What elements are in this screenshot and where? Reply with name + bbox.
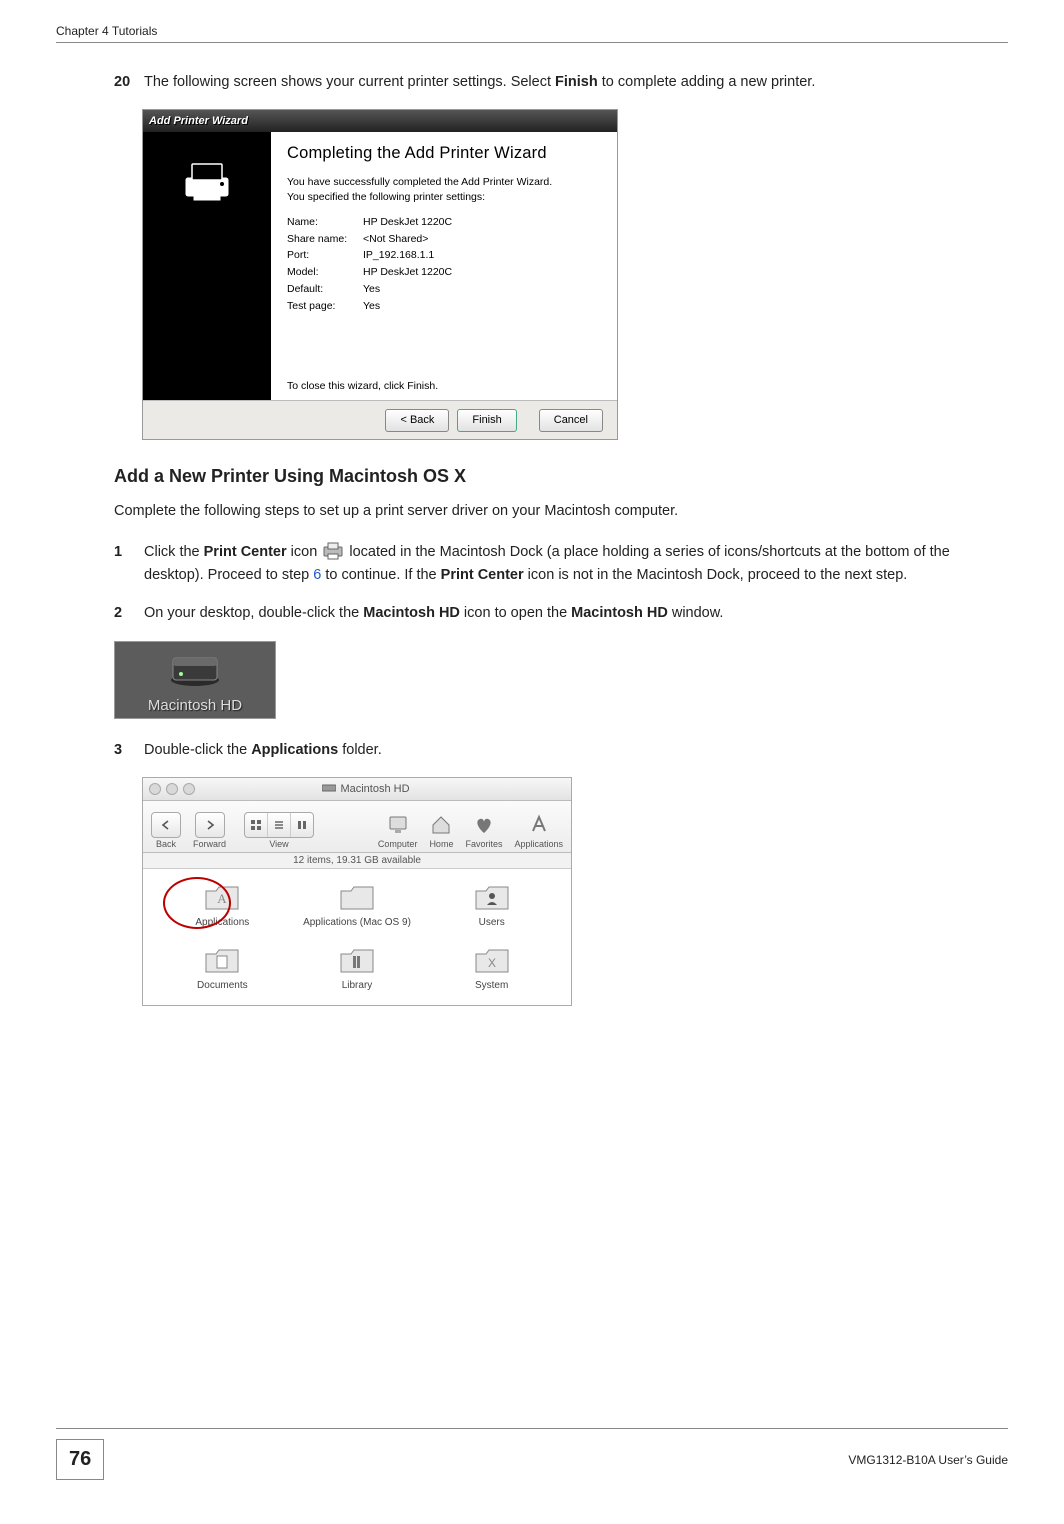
finder-titlebar: Macintosh HD: [143, 778, 571, 801]
folder-icon: X: [424, 942, 559, 980]
hard-drive-icon: [167, 675, 223, 692]
finish-button[interactable]: Finish: [457, 409, 516, 432]
wizard-title: Add Printer Wizard: [149, 115, 248, 127]
folder-library[interactable]: Library: [290, 942, 425, 991]
step-number: 3: [114, 739, 144, 761]
folder-icon: [424, 879, 559, 917]
wizard-button-bar: < Back Finish Cancel: [143, 400, 617, 439]
wizard-titlebar: Add Printer Wizard: [143, 110, 617, 132]
folder-icon: [290, 942, 425, 980]
wizard-side-image: [143, 132, 271, 400]
section-title: Add a New Printer Using Macintosh OS X: [114, 466, 1000, 487]
step-number: 1: [114, 541, 144, 586]
favorites-button[interactable]: Favorites: [465, 811, 502, 849]
svg-text:A: A: [218, 891, 228, 906]
step-20: 20 The following screen shows your curre…: [114, 71, 1000, 93]
cancel-button[interactable]: Cancel: [539, 409, 603, 432]
step-1: 1 Click the Print Center icon located in…: [114, 541, 1000, 586]
step-2: 2 On your desktop, double-click the Maci…: [114, 602, 1000, 624]
step-number: 20: [114, 71, 144, 93]
section-intro: Complete the following steps to set up a…: [114, 503, 1000, 519]
finder-window-title: Macintosh HD: [340, 783, 409, 795]
step-text: On your desktop, double-click the Macint…: [144, 602, 1000, 624]
hard-drive-icon: [322, 783, 336, 796]
step-text: Click the Print Center icon located in t…: [144, 541, 1000, 586]
view-switcher[interactable]: View: [244, 811, 314, 849]
back-button[interactable]: Back: [151, 811, 181, 849]
finder-toolbar: Back Forward View: [143, 801, 571, 853]
macintosh-hd-label: Macintosh HD: [115, 697, 275, 714]
wizard-heading: Completing the Add Printer Wizard: [287, 144, 603, 163]
close-icon[interactable]: [149, 783, 161, 795]
svg-text:X: X: [488, 956, 496, 970]
finder-status-bar: 12 items, 19.31 GB available: [143, 853, 571, 869]
folder-icon: A: [155, 879, 290, 917]
applications-button[interactable]: Applications: [514, 811, 563, 849]
finder-content: A Applications Applications (Mac OS 9) U…: [143, 869, 571, 1005]
minimize-icon[interactable]: [166, 783, 178, 795]
page-number: 76: [56, 1439, 104, 1480]
page-footer: 76 VMG1312-B10A User’s Guide: [56, 1428, 1008, 1480]
guide-label: VMG1312-B10A User’s Guide: [120, 1453, 1008, 1467]
printer-icon: [180, 154, 234, 206]
folder-applications[interactable]: A Applications: [155, 879, 290, 928]
add-printer-wizard-dialog: Add Printer Wizard Completing the Add Pr…: [142, 109, 618, 440]
wizard-fields: Name:HP DeskJet 1220C Share name:<Not Sh…: [287, 214, 603, 315]
folder-icon: [290, 879, 425, 917]
chapter-label: Chapter 4 Tutorials: [56, 24, 157, 38]
folder-users[interactable]: Users: [424, 879, 559, 928]
folder-system[interactable]: X System: [424, 942, 559, 991]
macintosh-hd-desktop-icon: Macintosh HD: [114, 641, 276, 719]
back-button[interactable]: < Back: [385, 409, 449, 432]
step-text: The following screen shows your current …: [144, 71, 1000, 93]
finder-window: Macintosh HD Back Forward: [142, 777, 572, 1006]
home-button[interactable]: Home: [429, 811, 453, 849]
step-number: 2: [114, 602, 144, 624]
computer-button[interactable]: Computer: [378, 811, 418, 849]
print-center-icon: [323, 542, 343, 560]
folder-applications-os9[interactable]: Applications (Mac OS 9): [290, 879, 425, 928]
page-header: Chapter 4 Tutorials: [56, 24, 1008, 43]
folder-icon: [155, 942, 290, 980]
wizard-close-note: To close this wizard, click Finish.: [287, 380, 603, 392]
step-text: Double-click the Applications folder.: [144, 739, 1000, 761]
window-controls[interactable]: [149, 783, 195, 795]
forward-button[interactable]: Forward: [193, 811, 226, 849]
zoom-icon[interactable]: [183, 783, 195, 795]
step-3: 3 Double-click the Applications folder.: [114, 739, 1000, 761]
folder-documents[interactable]: Documents: [155, 942, 290, 991]
wizard-note: You have successfully completed the Add …: [287, 175, 603, 203]
